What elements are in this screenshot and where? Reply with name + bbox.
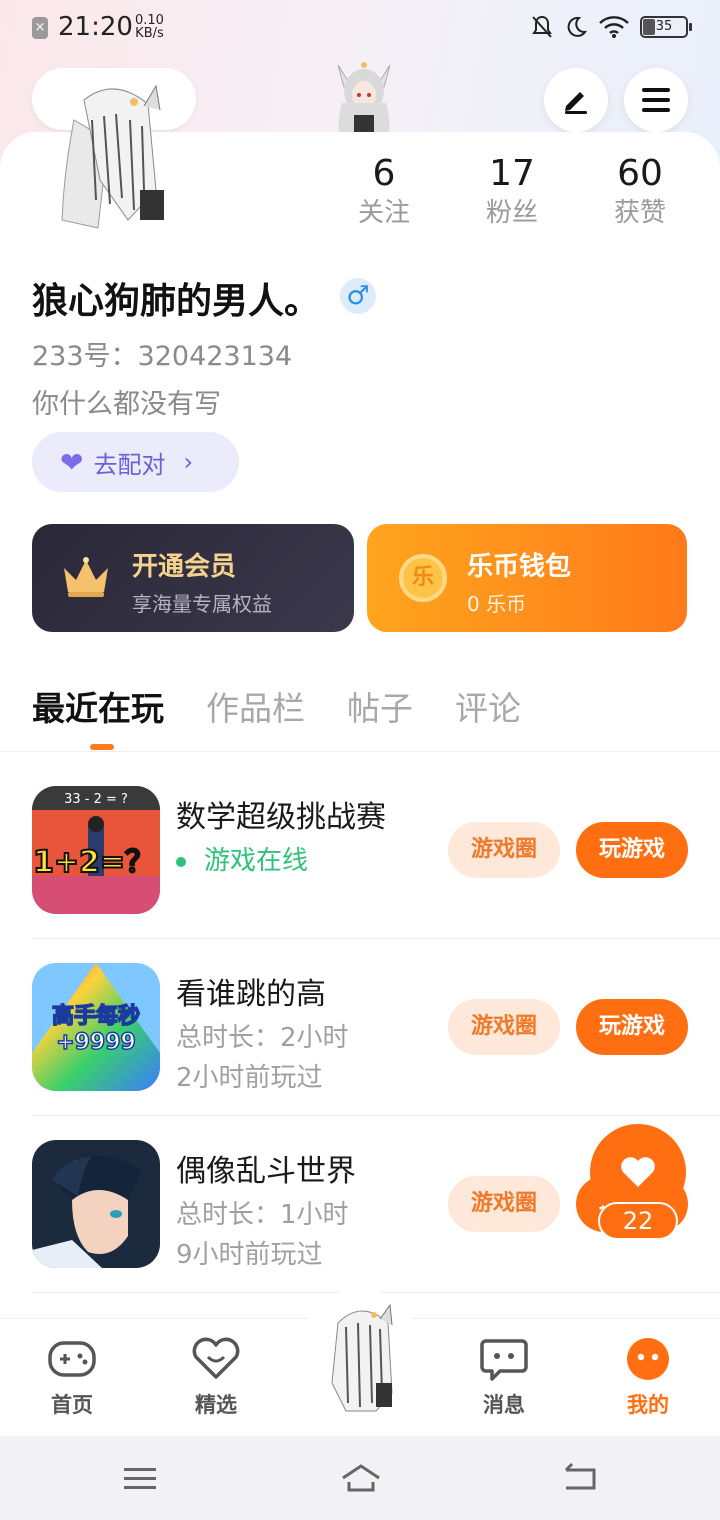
nav-center-avatar[interactable] [318, 1303, 404, 1413]
status-time: 21:20 [58, 12, 133, 42]
game-row[interactable]: 高手每秒 +9999 看谁跳的高 总时长：2小时 2小时前玩过 游戏圈 玩游戏 [32, 939, 720, 1116]
game-name: 偶像乱斗世界 [176, 1154, 356, 1189]
notification-x-icon: × [32, 17, 48, 39]
floating-like-button[interactable]: 22 [590, 1124, 686, 1244]
me-icon [627, 1338, 669, 1380]
profile-stats: 6 关注 17 粉丝 60 获赞 [320, 152, 704, 230]
mute-bell-icon [532, 15, 552, 38]
game-circle-button[interactable]: 游戏圈 [448, 1176, 560, 1232]
edit-button[interactable] [544, 68, 608, 132]
profile-username: 狼心狗肺的男人。 [32, 281, 321, 322]
game-name: 数学超级挑战赛 [176, 800, 386, 835]
svg-text:+9999: +9999 [56, 1030, 136, 1055]
profile-uid[interactable]: 233号：320423134 [32, 334, 292, 373]
menu-icon [642, 88, 670, 112]
profile-avatar[interactable] [44, 80, 184, 230]
nav-messages[interactable]: 消息 [459, 1337, 549, 1419]
stat-followers[interactable]: 17 粉丝 [448, 152, 576, 230]
divider [0, 751, 720, 752]
svg-text:高手每秒: 高手每秒 [52, 1003, 140, 1029]
moon-icon [567, 16, 588, 37]
double-heart-icon: ❤ [60, 445, 84, 479]
play-game-button[interactable]: 玩游戏 [576, 822, 688, 878]
stat-following[interactable]: 6 关注 [320, 152, 448, 230]
game-circle-button[interactable]: 游戏圈 [448, 822, 560, 878]
gender-male-icon: ♂ [340, 278, 376, 314]
stat-likes[interactable]: 60 获赞 [576, 152, 704, 230]
heart-icon [621, 1157, 655, 1187]
game-thumbnail: 33 - 2 = ? 1+2=？ [32, 786, 160, 914]
chat-icon [480, 1339, 528, 1381]
tab-comments[interactable]: 评论 [455, 686, 521, 732]
tab-works[interactable]: 作品栏 [206, 686, 305, 732]
profile-bio: 你什么都没有写 [32, 389, 221, 420]
game-thumbnail [32, 1140, 160, 1268]
home-icon[interactable] [338, 1460, 384, 1496]
coin-icon: 乐 [399, 554, 447, 602]
game-last-played: 2小时前玩过 [176, 1063, 323, 1093]
heart-smile-icon [192, 1337, 240, 1379]
game-duration: 总时长：1小时 [176, 1200, 349, 1230]
svg-text:1+2=？: 1+2=？ [33, 845, 155, 880]
nav-featured[interactable]: 精选 [171, 1337, 261, 1419]
tab-posts[interactable]: 帖子 [347, 686, 413, 732]
game-thumbnail: 高手每秒 +9999 [32, 963, 160, 1091]
tab-recent[interactable]: 最近在玩 [32, 686, 164, 750]
nav-home[interactable]: 首页 [27, 1337, 117, 1419]
gamepad-icon [48, 1341, 96, 1377]
game-duration: 总时长：2小时 [176, 1023, 349, 1053]
profile-tabs: 最近在玩 作品栏 帖子 评论 [32, 686, 521, 750]
back-icon[interactable] [560, 1460, 600, 1496]
game-row[interactable]: 33 - 2 = ? 1+2=？ 数学超级挑战赛 游戏在线 游戏圈 玩游戏 [32, 762, 720, 939]
game-last-played: 9小时前玩过 [176, 1240, 323, 1270]
crown-icon [64, 557, 108, 597]
system-nav-bar [0, 1436, 720, 1520]
status-bar: × 21:20 0.10 KB/s 35 [0, 0, 720, 58]
chevron-right-icon: › [183, 448, 194, 476]
edit-icon [565, 92, 587, 114]
play-game-button[interactable]: 玩游戏 [576, 999, 688, 1055]
vip-card[interactable]: 开通会员 享海量专属权益 [32, 524, 354, 632]
game-online-status: 游戏在线 [176, 840, 308, 877]
svg-text:33 - 2 = ?: 33 - 2 = ? [64, 792, 128, 807]
recent-apps-icon[interactable] [120, 1460, 160, 1496]
net-speed: 0.10 KB/s [135, 13, 164, 41]
menu-button[interactable] [624, 68, 688, 132]
battery-icon: 35 [640, 16, 692, 38]
bottom-nav: 首页 精选 消息 我的 [0, 1289, 720, 1436]
wallet-card[interactable]: 乐 乐币钱包 0 乐币 [367, 524, 687, 632]
nav-me[interactable]: 我的 [603, 1337, 693, 1419]
game-circle-button[interactable]: 游戏圈 [448, 999, 560, 1055]
wifi-icon [599, 16, 629, 38]
game-name: 看谁跳的高 [176, 977, 326, 1012]
like-count: 22 [598, 1202, 678, 1240]
match-button[interactable]: ❤ 去配对 › [32, 432, 239, 492]
top-avatar[interactable] [330, 55, 398, 133]
